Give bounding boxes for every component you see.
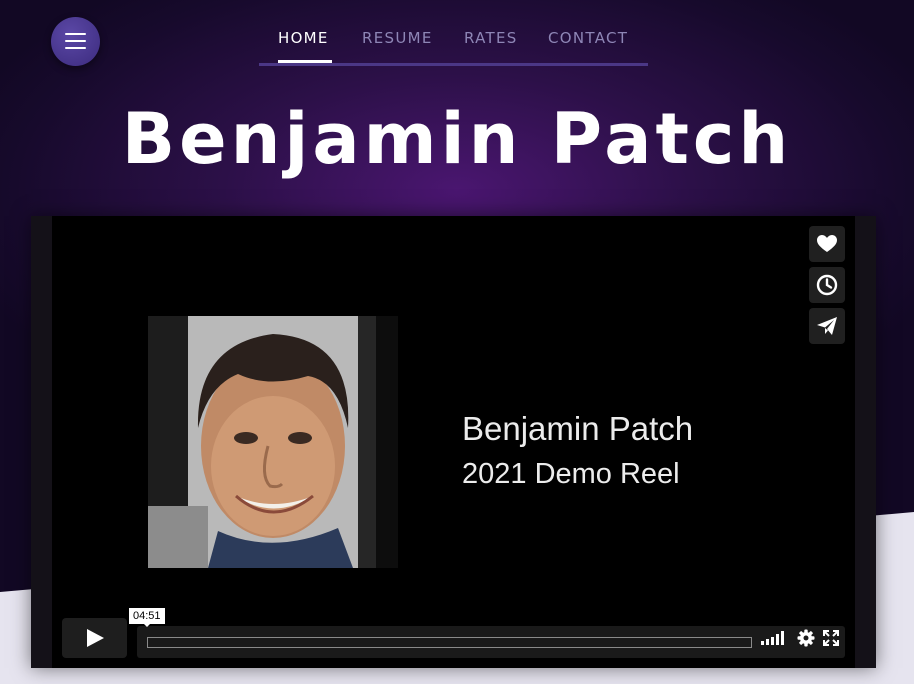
watch-later-button[interactable] — [809, 267, 845, 303]
volume-icon[interactable] — [761, 631, 785, 645]
play-button[interactable] — [62, 618, 127, 658]
progress-bar[interactable] — [147, 637, 752, 648]
fullscreen-icon[interactable] — [823, 630, 839, 646]
player-controls: 04:51 — [62, 608, 845, 660]
menu-button[interactable] — [51, 17, 100, 66]
nav-link-rates[interactable]: RATES — [464, 29, 518, 47]
paper-plane-icon — [817, 317, 837, 335]
nav-link-resume[interactable]: RESUME — [362, 29, 433, 47]
nav-link-contact[interactable]: CONTACT — [548, 29, 628, 47]
nav-link-home[interactable]: HOME — [278, 29, 329, 47]
top-nav: HOME RESUME RATES CONTACT — [259, 27, 648, 66]
video-slate-title: Benjamin Patch — [462, 410, 694, 447]
presenter-photo — [148, 316, 398, 568]
video-player[interactable]: Benjamin Patch 2021 Demo Reel 04:51 — [52, 216, 855, 668]
like-button[interactable] — [809, 226, 845, 262]
clock-icon — [816, 274, 838, 296]
share-button[interactable] — [809, 308, 845, 344]
time-display: 04:51 — [129, 608, 165, 627]
heart-icon — [817, 235, 837, 252]
page-title: Benjamin Patch — [121, 98, 793, 180]
nav-active-indicator — [278, 60, 332, 63]
play-icon — [87, 629, 104, 647]
gear-icon[interactable] — [797, 629, 815, 647]
video-slate-subtitle: 2021 Demo Reel — [462, 458, 680, 490]
hamburger-icon — [65, 33, 86, 50]
